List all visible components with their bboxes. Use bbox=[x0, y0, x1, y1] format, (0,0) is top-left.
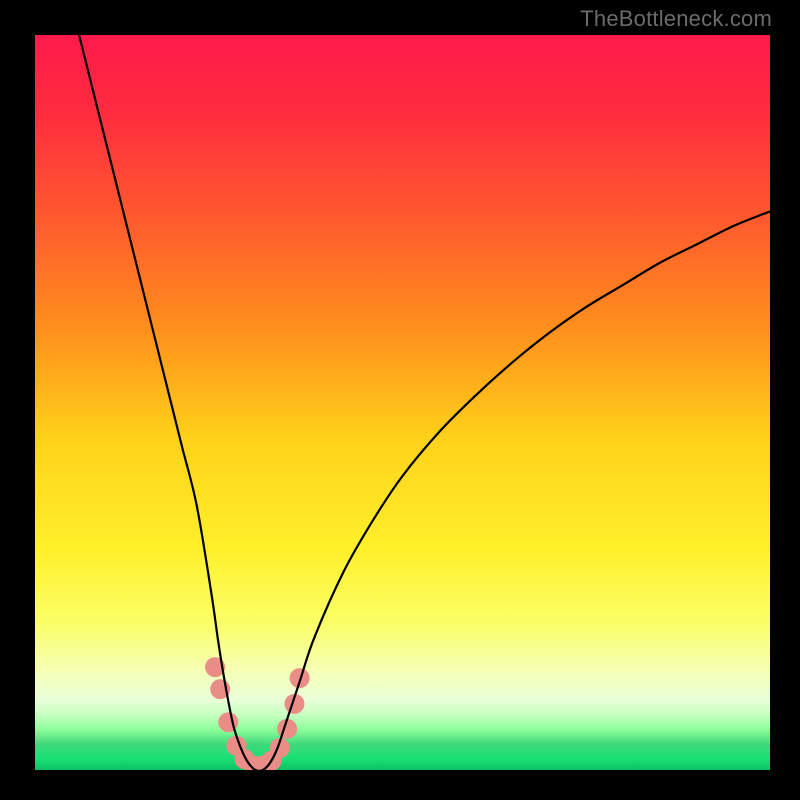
bottleneck-curve bbox=[79, 35, 770, 770]
watermark-text: TheBottleneck.com bbox=[580, 6, 772, 32]
highlight-dots bbox=[205, 657, 310, 770]
curve-layer bbox=[35, 35, 770, 770]
plot-area bbox=[35, 35, 770, 770]
chart-frame: TheBottleneck.com bbox=[0, 0, 800, 800]
